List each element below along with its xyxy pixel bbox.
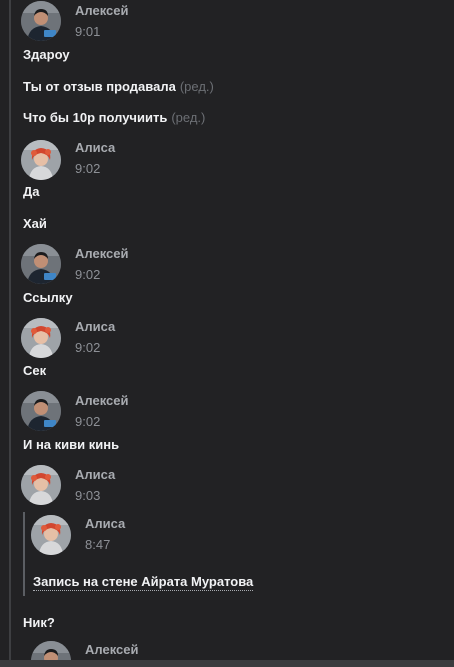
message-time[interactable]: 9:02 — [75, 161, 100, 176]
message-body: Что бы 10р получиить — [23, 110, 168, 125]
avatar-alisa[interactable] — [21, 140, 61, 180]
author-name[interactable]: Алиса — [75, 140, 115, 155]
avatar-alisa-forwarded[interactable] — [31, 515, 71, 555]
wall-post-link[interactable]: Запись на стене Айрата Муратова — [33, 574, 254, 591]
forwarded-time[interactable]: 8:47 — [85, 537, 110, 552]
message-text: Ник? — [23, 615, 55, 630]
message-text: Здароу — [23, 47, 70, 62]
message-time[interactable]: 9:03 — [75, 488, 100, 503]
message-text: Ты от отзыв продавала (ред.) — [23, 79, 214, 94]
avatar-alisa[interactable] — [21, 318, 61, 358]
message-time[interactable]: 9:02 — [75, 414, 100, 429]
avatar-alexey[interactable] — [31, 641, 71, 660]
message-text: Ссылку — [23, 290, 73, 305]
chat-history: Алексей 9:01 Здароу Ты от отзыв продавал… — [0, 0, 454, 660]
message-body: Ты от отзыв продавала — [23, 79, 176, 94]
message-time[interactable]: 9:02 — [75, 267, 100, 282]
message-text: Да — [23, 184, 40, 199]
avatar-alexey[interactable] — [21, 244, 61, 284]
message-text: Что бы 10р получиить (ред.) — [23, 110, 205, 125]
author-name[interactable]: Алиса — [75, 467, 115, 482]
avatar-alexey[interactable] — [21, 391, 61, 431]
edited-label: (ред.) — [179, 79, 214, 94]
avatar-alisa[interactable] — [21, 465, 61, 505]
forwarded-author-name[interactable]: Алиса — [85, 516, 125, 531]
author-name[interactable]: Алексей — [85, 642, 139, 657]
thread-divider — [9, 0, 11, 660]
author-name[interactable]: Алексей — [75, 393, 129, 408]
edited-label: (ред.) — [171, 110, 206, 125]
message-text: И на киви кинь — [23, 437, 120, 452]
bottom-scroll-edge — [0, 660, 454, 667]
author-name[interactable]: Алексей — [75, 3, 129, 18]
message-time[interactable]: 9:01 — [75, 24, 100, 39]
author-name[interactable]: Алиса — [75, 319, 115, 334]
forwarded-message-bar — [23, 512, 25, 596]
message-time[interactable]: 9:02 — [75, 340, 100, 355]
message-text: Хай — [23, 216, 47, 231]
message-text: Сек — [23, 363, 47, 378]
avatar-alexey[interactable] — [21, 1, 61, 41]
author-name[interactable]: Алексей — [75, 246, 129, 261]
